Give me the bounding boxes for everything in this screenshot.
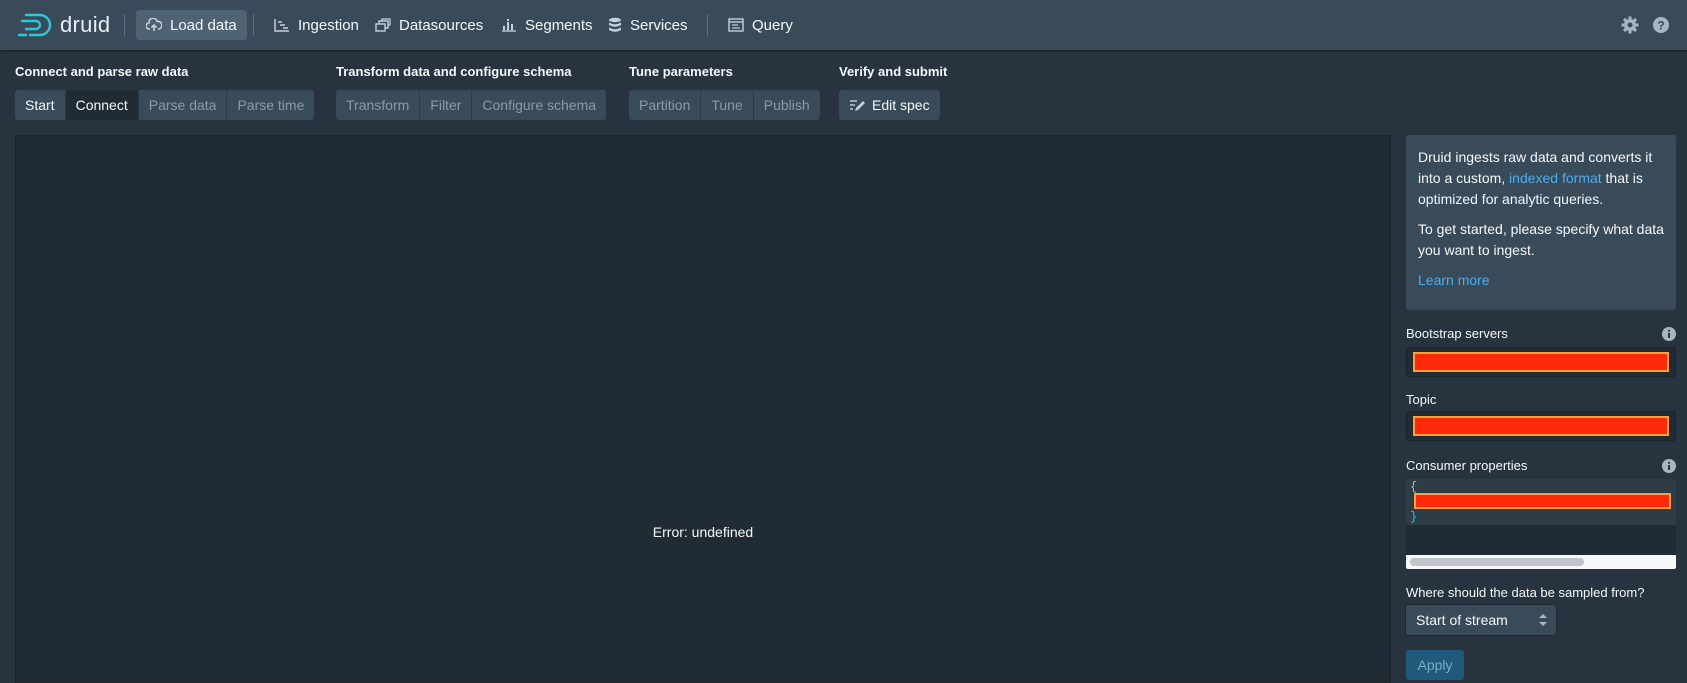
settings-button[interactable] xyxy=(1620,15,1640,35)
step-configure-schema[interactable]: Configure schema xyxy=(472,90,607,120)
step-buttons: Edit spec xyxy=(839,90,940,120)
edit-spec-icon xyxy=(850,100,865,111)
apply-button[interactable]: Apply xyxy=(1406,650,1464,680)
step-parse-data[interactable]: Parse data xyxy=(138,90,228,120)
step-group-transform: Transform data and configure schema Tran… xyxy=(336,64,626,120)
step-edit-spec[interactable]: Edit spec xyxy=(839,90,940,120)
nav-query-label: Query xyxy=(752,16,793,34)
step-start[interactable]: Start xyxy=(15,90,66,120)
code-open-brace: { xyxy=(1410,480,1418,494)
info-callout: Druid ingests raw data and converts it i… xyxy=(1406,135,1676,310)
info-icon[interactable] xyxy=(1662,327,1676,341)
step-edit-spec-label: Edit spec xyxy=(872,97,930,113)
horizontal-scrollbar[interactable] xyxy=(1406,555,1676,569)
druid-logo[interactable]: druid xyxy=(18,10,110,40)
nav-divider xyxy=(124,14,125,36)
application-icon xyxy=(728,18,744,32)
step-publish[interactable]: Publish xyxy=(753,90,820,120)
nav-segments[interactable]: Segments xyxy=(491,10,603,40)
database-icon xyxy=(609,17,621,32)
double-caret-icon xyxy=(1539,614,1547,626)
nav-load-data[interactable]: Load data xyxy=(136,10,247,40)
info-paragraph: Druid ingests raw data and converts it i… xyxy=(1418,147,1664,210)
scrollbar-thumb[interactable] xyxy=(1410,558,1584,566)
nav-divider xyxy=(707,14,708,36)
cloud-upload-icon xyxy=(146,18,162,31)
top-navbar: druid Load data Ingestion Datasources Se… xyxy=(0,0,1687,50)
nav-datasources[interactable]: Datasources xyxy=(365,10,493,40)
sample-from-label: Where should the data be sampled from? xyxy=(1406,585,1645,600)
step-tune[interactable]: Tune xyxy=(701,90,754,120)
step-buttons: Start Connect Parse data Parse time xyxy=(15,90,315,120)
nav-load-data-label: Load data xyxy=(170,16,237,34)
step-connect[interactable]: Connect xyxy=(65,90,139,120)
nav-segments-label: Segments xyxy=(525,16,593,34)
redacted-value xyxy=(1413,416,1669,436)
svg-text:?: ? xyxy=(1657,19,1664,33)
step-group-title: Verify and submit xyxy=(839,64,948,79)
gear-icon xyxy=(1621,16,1639,34)
stacked-chart-icon xyxy=(502,19,516,32)
consumer-properties-editor[interactable]: { } xyxy=(1406,479,1676,569)
nav-services-label: Services xyxy=(630,16,688,34)
info-icon[interactable] xyxy=(1662,459,1676,473)
topic-label: Topic xyxy=(1406,392,1437,407)
multi-select-icon xyxy=(375,18,391,32)
nav-datasources-label: Datasources xyxy=(399,16,484,34)
logo-text: druid xyxy=(60,12,111,37)
step-transform[interactable]: Transform xyxy=(336,90,421,120)
help-button[interactable]: ? xyxy=(1651,15,1671,35)
help-icon: ? xyxy=(1653,17,1669,33)
nav-services[interactable]: Services xyxy=(598,10,698,40)
bootstrap-servers-input[interactable] xyxy=(1406,347,1676,377)
step-group-title: Tune parameters xyxy=(629,64,733,79)
consumer-properties-label: Consumer properties xyxy=(1406,458,1528,473)
step-buttons: Transform Filter Configure schema xyxy=(336,90,607,120)
step-filter[interactable]: Filter xyxy=(420,90,473,120)
error-message: Error: undefined xyxy=(652,524,754,540)
indexed-format-link[interactable]: indexed format xyxy=(1509,170,1602,186)
info-paragraph: To get started, please specify what data… xyxy=(1418,221,1664,258)
step-group-connect: Connect and parse raw data Start Connect… xyxy=(15,64,335,120)
nav-ingestion[interactable]: Ingestion xyxy=(264,10,369,40)
sample-from-value: Start of stream xyxy=(1416,612,1508,628)
gantt-chart-icon xyxy=(274,19,289,32)
step-partition[interactable]: Partition xyxy=(629,90,702,120)
step-group-tune: Tune parameters Partition Tune Publish xyxy=(629,64,829,120)
main-preview-panel: Error: undefined xyxy=(15,135,1391,683)
step-buttons: Partition Tune Publish xyxy=(629,90,820,120)
druid-logo-icon xyxy=(18,13,52,37)
topic-input[interactable] xyxy=(1406,411,1676,441)
nav-query[interactable]: Query xyxy=(718,10,803,40)
redacted-value xyxy=(1413,352,1669,372)
sample-from-select[interactable]: Start of stream xyxy=(1406,605,1556,635)
step-group-title: Connect and parse raw data xyxy=(15,64,189,79)
learn-more-link[interactable]: Learn more xyxy=(1418,272,1490,288)
nav-divider xyxy=(253,14,254,36)
step-parse-time[interactable]: Parse time xyxy=(227,90,315,120)
code-close-brace: } xyxy=(1410,510,1418,524)
nav-ingestion-label: Ingestion xyxy=(298,16,359,34)
step-group-verify: Verify and submit Edit spec xyxy=(839,64,999,120)
step-group-title: Transform data and configure schema xyxy=(336,64,572,79)
redacted-value xyxy=(1414,493,1671,509)
bootstrap-servers-label: Bootstrap servers xyxy=(1406,326,1508,341)
